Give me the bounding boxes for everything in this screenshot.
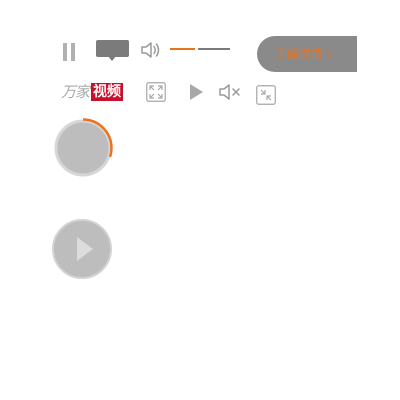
- volume-fill: [170, 48, 195, 50]
- brand-logo: 万家 视频: [61, 82, 124, 102]
- comment-button[interactable]: [96, 40, 130, 62]
- pause-button[interactable]: [62, 43, 76, 61]
- volume-handle[interactable]: [195, 47, 198, 51]
- loading-spinner: [53, 118, 113, 178]
- mute-button[interactable]: [218, 82, 242, 102]
- fullscreen-icon: [146, 82, 166, 102]
- loading-spinner-track: [54, 119, 112, 177]
- exit-fullscreen-button[interactable]: [256, 85, 276, 105]
- logo-brand-text: 万家: [61, 83, 90, 101]
- play-button[interactable]: [186, 82, 206, 102]
- volume-button[interactable]: [140, 40, 162, 60]
- comment-bubble-icon: [96, 40, 129, 57]
- volume-icon: [141, 42, 160, 58]
- mute-icon: [219, 84, 240, 100]
- volume-slider[interactable]: [170, 47, 230, 51]
- big-play-button[interactable]: [51, 218, 113, 280]
- pause-icon: [63, 43, 67, 61]
- play-icon: [190, 84, 203, 100]
- logo-box-text: 视频: [91, 83, 124, 101]
- video-player-controls: 了解详情 › 万家 视频: [0, 0, 400, 400]
- learn-more-button[interactable]: 了解详情 ›: [257, 36, 357, 72]
- exit-fullscreen-icon: [256, 85, 276, 105]
- fullscreen-button[interactable]: [146, 82, 166, 102]
